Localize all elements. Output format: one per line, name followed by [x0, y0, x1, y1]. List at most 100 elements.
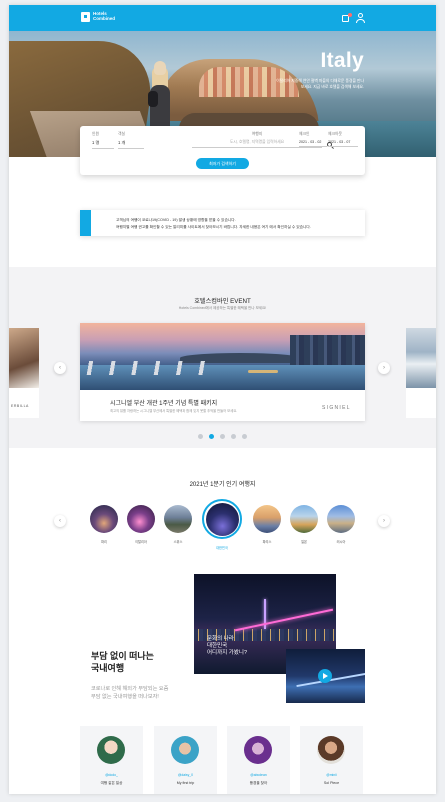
event-title: 호텔스컴바인 EVENT [194, 298, 251, 305]
destination-image [127, 505, 155, 533]
destination-name: 파리 [101, 540, 107, 544]
logo-icon [81, 12, 90, 22]
hero-subtitle: 이탈리아 지중해 연안 절벽 마을의 다채로운 풍경을 만나보세요. 지금 바로… [276, 79, 364, 89]
hero-traveler [146, 61, 174, 127]
pagination-dot[interactable] [231, 434, 236, 439]
pagination-dot-active[interactable] [209, 434, 214, 439]
domestic-title-line-2: 국내여행 [91, 663, 125, 673]
domestic-image-caption: 문화의 나라 대한민국 어디까지 가봤니? [207, 636, 247, 657]
search-button[interactable]: 최저가 검색하기 [196, 158, 249, 169]
profile-card[interactable]: @daisy_0 My first trip [154, 726, 217, 794]
notice-line-2: 여행지별 여행 권고를 확인할 수 있는 알리미를 사이트에서 찾아보시기 바랍… [116, 225, 311, 229]
search-panel: 인원 1 명 객실 1 개 여행지 도시, 호텔명, 지역명을 입력하세요 체크… [80, 126, 365, 175]
event-card-prev-image [9, 328, 39, 388]
destinations-prev-arrow-icon[interactable]: ‹ [54, 515, 66, 527]
event-card-desc: 최고의 뷰를 자랑하는 시그니엘 부산에서 특별한 혜택과 함께 잊지 못할 추… [110, 409, 238, 413]
destination-item-selected[interactable]: 대한민국 [202, 499, 242, 550]
pagination-dot[interactable] [242, 434, 247, 439]
popular-title: 2021년 1분기 인기 여행지 [189, 482, 256, 488]
covid-notice: 고객님의 여행이 코로나19(COVID - 19) 발생 상황에 영향을 받을… [80, 210, 365, 236]
destination-name: 스위스 [173, 540, 183, 544]
profile-card[interactable]: @dodo_ 여행 같은 일상 [80, 726, 143, 794]
event-card-prev[interactable]: ERBILLA [9, 328, 39, 418]
notice-line-1: 고객님의 여행이 코로나19(COVID - 19) 발생 상황에 영향을 받을… [116, 218, 236, 222]
rooms-value[interactable]: 1 개 [118, 140, 144, 149]
guests-value[interactable]: 1 명 [92, 140, 114, 149]
destination-item[interactable]: 일본 [290, 505, 318, 544]
checkin-value[interactable]: 2021 - 03 - 02 [299, 140, 327, 147]
event-card-next[interactable] [406, 328, 436, 418]
destination-name: 대한민국 [216, 546, 228, 550]
logo[interactable]: Hotels Combined [81, 12, 117, 22]
top-bar: Hotels Combined [9, 5, 436, 31]
hero-title: Italy [320, 49, 364, 72]
profile-card[interactable]: @abcdean 풍경을 찾아 [227, 726, 290, 794]
destination-image [164, 505, 192, 533]
checkout-value[interactable]: 2021 - 03 - 07 [328, 140, 358, 147]
avatar [244, 736, 272, 764]
event-card-next-image [406, 328, 436, 388]
destination-name: 파리스 [262, 540, 272, 544]
destination-image [253, 505, 281, 533]
destination-item[interactable]: 파리 [90, 505, 118, 544]
destination-image [290, 505, 318, 533]
destination-item[interactable]: 러시아 [327, 505, 355, 544]
destination-image [90, 505, 118, 533]
pagination-dot[interactable] [198, 434, 203, 439]
checkout-label: 체크아웃 [328, 132, 342, 136]
destination-name: 이탈리아 [135, 540, 147, 544]
destination-item[interactable]: 파리스 [253, 505, 281, 544]
logo-text: Hotels Combined [93, 11, 115, 21]
caption-line-3: 어디까지 가봤니? [207, 650, 248, 656]
event-card-prev-label: ERBILLA [11, 404, 29, 408]
avatar [171, 736, 199, 764]
profile-name: 여행 같은 일상 [100, 781, 123, 785]
notice-accent-bar [80, 210, 91, 236]
user-icon[interactable] [355, 12, 367, 24]
destination-image [202, 499, 242, 539]
profile-handle: @daisy_0 [177, 773, 194, 777]
shopping-bag-icon[interactable] [340, 12, 352, 24]
event-prev-arrow-icon[interactable]: ‹ [54, 362, 66, 374]
profile-name: 풍경을 찾아 [249, 781, 268, 785]
destination-image [327, 505, 355, 533]
avatar [97, 736, 125, 764]
profile-name: Sol Piece [323, 781, 340, 785]
profile-handle: @abcdean [250, 773, 267, 777]
caption-line-2: 대한민국 [207, 643, 228, 649]
event-card-title: 시그니엘 부산 개관 1주년 기념 특별 패키지 [110, 401, 218, 407]
destinations-next-arrow-icon[interactable]: › [378, 515, 390, 527]
event-section: 호텔스컴바인 EVENT Hotels Combined에서 제공하는 특별한 … [9, 267, 436, 448]
guests-label: 인원 [92, 132, 99, 136]
profile-name: My first trip [176, 781, 195, 785]
profile-card[interactable]: @minii Sol Piece [300, 726, 363, 794]
destination-name: 일본 [301, 540, 307, 544]
domestic-title-line-1: 부담 없이 떠나는 [91, 651, 154, 661]
domestic-desc-line-2: 부담 없는 국내여행을 떠나보자! [91, 694, 159, 700]
event-subtitle: Hotels Combined에서 제공하는 특별한 혜택을 만나 보세요! [178, 306, 267, 310]
domestic-desc-line-1: 코로나로 인해 해외가 부담되는 요즘 [91, 686, 169, 692]
play-icon[interactable] [318, 669, 332, 683]
rooms-field[interactable]: 객실 1 개 [118, 132, 144, 149]
profile-handle: @minii [326, 773, 337, 777]
event-card-image [80, 323, 365, 390]
checkin-label: 체크인 [299, 132, 310, 136]
page: Hotels Combined Italy 이탈리아 지중해 연안 절벽 마을의… [9, 5, 436, 794]
profile-handle: @dodo_ [105, 773, 118, 777]
destination-name: 러시아 [336, 540, 346, 544]
pagination-dot[interactable] [220, 434, 225, 439]
event-next-arrow-icon[interactable]: › [378, 362, 390, 374]
caption-line-1: 문화의 나라 [207, 636, 234, 642]
domestic-title: 부담 없이 떠나는 국내여행 [91, 650, 154, 674]
event-card-brand: SIGNIEL [322, 405, 351, 411]
checkin-field[interactable]: 체크인 2021 - 03 - 02 [299, 132, 327, 147]
event-pagination [9, 434, 436, 439]
domestic-desc: 코로나로 인해 해외가 부담되는 요즘 부담 없는 국내여행을 떠나보자! [91, 685, 168, 701]
event-card[interactable]: 시그니엘 부산 개관 1주년 기념 특별 패키지 최고의 뷰를 자랑하는 시그니… [80, 323, 365, 421]
destination-item[interactable]: 이탈리아 [127, 505, 155, 544]
avatar [317, 736, 345, 764]
checkout-field[interactable]: 체크아웃 2021 - 03 - 07 [328, 132, 358, 147]
rooms-label: 객실 [118, 132, 125, 136]
guests-field[interactable]: 인원 1 명 [92, 132, 114, 149]
destination-item[interactable]: 스위스 [164, 505, 192, 544]
